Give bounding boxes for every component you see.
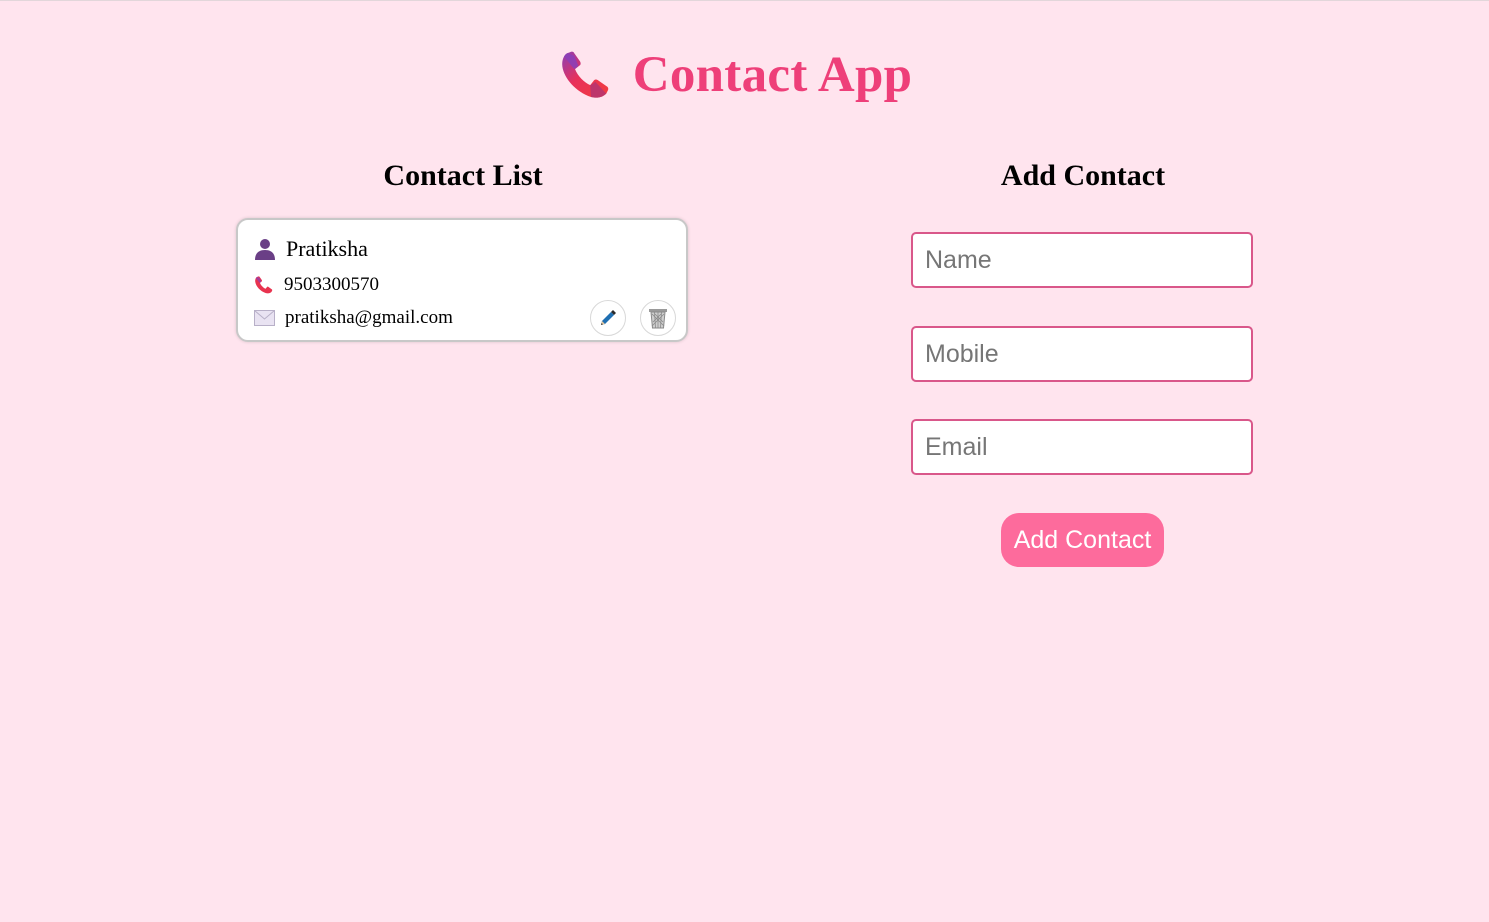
telephone-receiver-icon xyxy=(561,51,608,98)
contact-email: pratiksha@gmail.com xyxy=(285,307,453,328)
pencil-icon xyxy=(601,310,616,325)
contact-mobile: 9503300570 xyxy=(284,274,379,295)
add-contact-title: Add Contact xyxy=(1000,159,1166,192)
telephone-receiver-icon xyxy=(255,276,273,294)
add-contact-button[interactable]: Add Contact xyxy=(1001,513,1164,567)
contact-name-row: Pratiksha xyxy=(254,236,368,262)
app-header: Contact App xyxy=(0,45,1489,105)
wastebasket-icon xyxy=(649,309,667,329)
delete-contact-button[interactable] xyxy=(640,300,676,336)
contact-card: Pratiksha 9503300570 pratiksha@gmail.com xyxy=(236,218,688,342)
envelope-icon xyxy=(254,310,275,326)
person-icon xyxy=(255,239,275,260)
mobile-input[interactable] xyxy=(911,326,1253,382)
email-input[interactable] xyxy=(911,419,1253,475)
app-title: Contact App xyxy=(632,47,913,103)
contact-list-title: Contact List xyxy=(383,159,543,192)
contact-name: Pratiksha xyxy=(286,236,368,261)
edit-contact-button[interactable] xyxy=(590,300,626,336)
contact-mobile-row: 9503300570 xyxy=(254,274,379,296)
contact-email-row: pratiksha@gmail.com xyxy=(254,307,453,329)
name-input[interactable] xyxy=(911,232,1253,288)
